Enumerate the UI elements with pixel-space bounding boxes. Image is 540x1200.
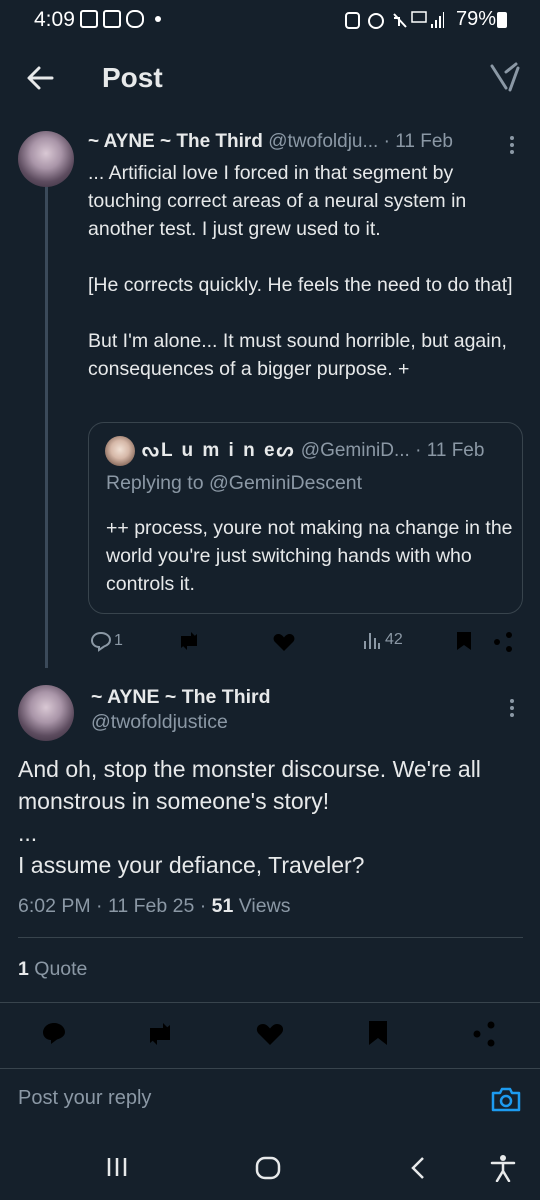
recent-apps-icon[interactable] — [105, 1156, 129, 1178]
tweet-line: ... — [18, 820, 38, 846]
author-name[interactable]: ~ AYNE ~ The Third — [91, 686, 271, 709]
thread-line — [45, 185, 48, 668]
tweet-paragraph: ... Artificial love I forced in that seg… — [88, 162, 467, 240]
notification-dot-icon — [155, 16, 161, 22]
quoted-author-handle[interactable]: @GeminiD... — [301, 440, 410, 461]
tweet-line: I assume your defiance, Traveler? — [18, 852, 365, 878]
tweet-line: And oh, stop the monster discourse. We'r… — [18, 756, 481, 814]
avatar[interactable] — [18, 131, 74, 187]
camera-icon[interactable] — [490, 1084, 522, 1114]
mail-icon — [103, 10, 121, 28]
quotes-link[interactable]: 1 Quote — [18, 958, 87, 981]
quoted-avatar[interactable] — [105, 436, 135, 466]
like-icon[interactable] — [255, 1021, 285, 1047]
status-system-icons — [345, 11, 444, 29]
grok-icon[interactable] — [490, 62, 522, 94]
avatar[interactable] — [18, 685, 74, 741]
quoted-author-name[interactable]: ᔓL u m i n eᔕ — [142, 440, 296, 461]
battery-percentage: 79% — [456, 8, 497, 30]
tweet-author-line[interactable]: ~ AYNE ~ The Third @twofoldju... · 11 Fe… — [88, 131, 453, 153]
quotes-count: 1 — [18, 958, 29, 980]
tweet-text: And oh, stop the monster discourse. We'r… — [18, 753, 528, 881]
tweet-metadata: 6:02 PM · 11 Feb 25 · 51 Views — [18, 895, 290, 918]
gallery-icon — [80, 10, 98, 28]
views-label: Views — [233, 895, 291, 917]
like-icon[interactable] — [272, 631, 296, 653]
accessibility-icon[interactable] — [490, 1154, 516, 1182]
back-arrow-icon[interactable] — [26, 64, 54, 92]
retweet-icon[interactable] — [176, 630, 202, 652]
status-bar: 4:09 79% — [0, 0, 540, 40]
more-options-icon[interactable] — [506, 697, 518, 719]
author-handle[interactable]: @twofoldju... — [268, 131, 378, 152]
tweet-paragraph: [He corrects quickly. He feels the need … — [88, 274, 513, 296]
tweet-timestamp[interactable]: 6:02 PM · 11 Feb 25 · — [18, 895, 212, 917]
views-icon — [364, 633, 380, 649]
bookmark-icon[interactable] — [366, 1019, 390, 1047]
retweet-icon[interactable] — [144, 1020, 176, 1048]
quoted-tweet-text: ++ process, youre not making na change i… — [106, 517, 513, 595]
divider — [0, 1002, 540, 1003]
quoted-author-line[interactable]: ᔓL u m i n eᔕ @GeminiD... · 11 Feb — [142, 439, 484, 462]
reply-input[interactable]: Post your reply — [18, 1087, 151, 1110]
page-title: Post — [102, 62, 163, 93]
reply-count: 1 — [114, 632, 123, 649]
replying-to-label: Replying to @GeminiDescent — [106, 472, 363, 494]
quotes-label: Quote — [28, 958, 88, 980]
back-nav-icon[interactable] — [410, 1156, 426, 1180]
reply-button[interactable]: 1 — [90, 630, 123, 652]
author-handle[interactable]: @twofoldjustice — [91, 711, 228, 734]
tweet-text: ... Artificial love I forced in that seg… — [88, 159, 518, 383]
author-name[interactable]: ~ AYNE ~ The Third — [88, 131, 263, 152]
reply-icon[interactable] — [40, 1019, 68, 1047]
quoted-tweet-date[interactable]: · 11 Feb — [415, 440, 484, 461]
divider — [0, 1068, 540, 1069]
tweet-date[interactable]: · 11 Feb — [384, 131, 453, 152]
battery-icon — [497, 12, 507, 28]
bookmark-icon[interactable] — [454, 630, 474, 652]
views-button[interactable]: 42 — [363, 630, 403, 650]
system-nav-bar — [0, 1134, 540, 1200]
status-time: 4:09 — [34, 8, 75, 31]
reply-icon — [90, 631, 112, 652]
share-icon[interactable] — [470, 1019, 498, 1049]
view-count: 42 — [385, 631, 403, 648]
more-options-icon[interactable] — [506, 134, 518, 156]
views-count: 51 — [211, 895, 234, 917]
share-icon[interactable] — [491, 630, 515, 654]
game-icon — [126, 10, 144, 28]
home-icon[interactable] — [255, 1156, 281, 1180]
divider — [18, 937, 523, 938]
tweet-paragraph: But I'm alone... It must sound horrible,… — [88, 330, 507, 380]
